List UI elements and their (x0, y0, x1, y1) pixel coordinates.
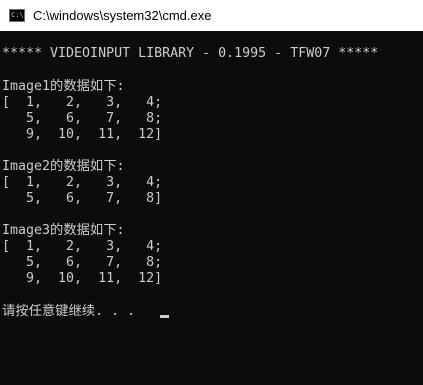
window-titlebar[interactable]: C:\ C:\windows\system32\cmd.exe (0, 0, 423, 31)
image3-row-1: [ 1, 2, 3, 4; (2, 239, 163, 254)
console-output[interactable]: ***** VIDEOINPUT LIBRARY - 0.1995 - TFW0… (0, 32, 423, 385)
image2-row-2: 5, 6, 7, 8] (2, 191, 163, 206)
image3-row-3: 9, 10, 11, 12] (2, 271, 163, 286)
press-any-key-prompt: 请按任意键继续. . . (2, 304, 136, 319)
image2-row-1: [ 1, 2, 3, 4; (2, 175, 163, 190)
banner-line: ***** VIDEOINPUT LIBRARY - 0.1995 - TFW0… (2, 46, 379, 61)
text-cursor (160, 315, 169, 318)
image2-heading: Image2的数据如下: (2, 159, 125, 174)
image1-row-1: [ 1, 2, 3, 4; (2, 95, 163, 110)
cmd-icon: C:\ (9, 9, 25, 22)
image3-heading: Image3的数据如下: (2, 223, 125, 238)
image3-row-2: 5, 6, 7, 8; (2, 255, 163, 270)
image1-row-3: 9, 10, 11, 12] (2, 127, 163, 142)
image1-heading: Image1的数据如下: (2, 79, 125, 94)
window-title: C:\windows\system32\cmd.exe (33, 8, 212, 23)
image1-row-2: 5, 6, 7, 8; (2, 111, 163, 126)
